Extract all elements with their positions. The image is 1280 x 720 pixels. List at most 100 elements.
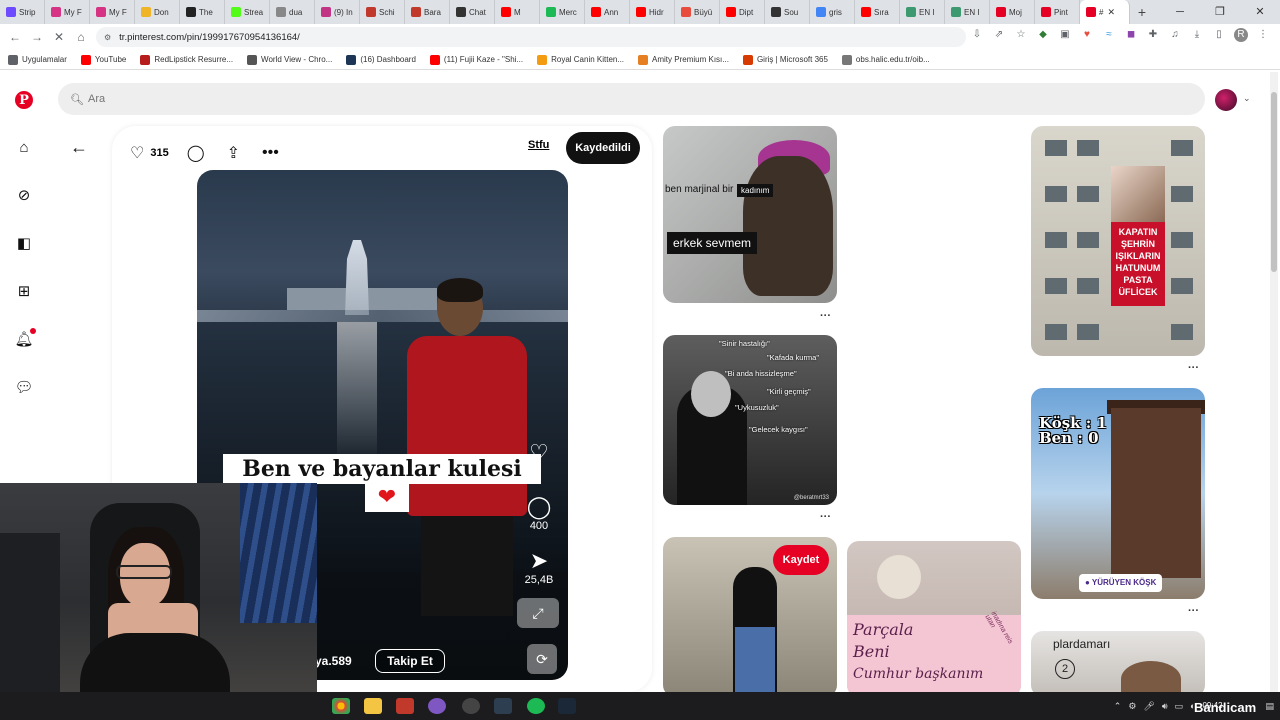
obs-taskbar-icon[interactable] [462,698,480,714]
heart-icon[interactable]: ♡ [130,143,144,163]
spotify-taskbar-icon[interactable] [527,698,545,714]
home-browser-icon[interactable]: ⌂ [70,30,92,44]
chevron-down-icon[interactable]: ⌄ [1243,93,1251,104]
browser-tab[interactable]: Strea [225,0,270,24]
pinterest-logo[interactable]: P [14,90,34,110]
bookmark-item[interactable]: Uygulamalar [8,54,67,65]
browser-tab[interactable]: Sıra [855,0,900,24]
minimize-icon[interactable]: ─ [1160,0,1200,24]
browser-tab[interactable]: # ✕ [1080,0,1130,24]
video-like-icon[interactable]: ♡ [529,440,549,466]
more-options-icon[interactable]: ••• [262,144,279,162]
browser-tab[interactable]: Hidr [630,0,675,24]
side-panel-icon[interactable]: ▯ [1212,28,1226,42]
video-send-icon[interactable]: ➤ [530,548,548,574]
feed-pin-monkey-meme[interactable]: ben marjinal bir kadınım erkek sevmem [663,126,837,303]
follow-button[interactable]: Takip Et [375,649,445,673]
new-tab-button[interactable]: + [1130,4,1154,20]
browser-tab[interactable]: Merc [540,0,585,24]
bookmark-item[interactable]: Amity Premium Kısı... [638,54,729,65]
close-tab-icon[interactable]: ✕ [1107,7,1115,18]
browser-tab[interactable]: (9) In [315,0,360,24]
bookmark-item[interactable]: RedLipstick Resurre... [140,54,233,65]
chrome-taskbar-icon[interactable] [332,698,350,714]
reload-icon[interactable]: ✕ [48,30,70,44]
bookmark-item[interactable]: Royal Canin Kitten... [537,54,624,65]
puzzle-icon[interactable]: ✚ [1146,28,1160,42]
rotate-icon[interactable]: ⟳ [527,644,557,674]
pin-more-icon[interactable]: ··· [1188,605,1199,617]
menu-icon[interactable]: ⋮ [1256,28,1270,42]
boards-icon[interactable]: ◧ [14,233,34,253]
extension-icon[interactable]: ≈ [1102,28,1116,42]
browser-tab[interactable]: Strip [0,0,45,24]
install-icon[interactable]: ⇩ [970,28,984,42]
browser-tab[interactable]: My F [45,0,90,24]
browser-tab[interactable]: Dipt [720,0,765,24]
page-scrollbar[interactable] [1270,72,1278,692]
site-info-icon[interactable]: ⚙ [104,33,111,42]
app-taskbar-icon[interactable] [428,698,446,714]
microphone-icon[interactable]: 🎤︎ [1143,701,1154,712]
bookmark-item[interactable]: YouTube [80,54,126,65]
pin-more-icon[interactable]: ··· [820,511,831,523]
feed-pin-young-man[interactable]: Kaydet [663,537,837,697]
saved-button[interactable]: Kaydedildi [566,132,640,164]
browser-tab[interactable]: Chat [450,0,495,24]
share-icon[interactable]: ⇗ [992,28,1006,42]
notification-center-icon[interactable]: ▤ [1265,701,1274,712]
browser-tab[interactable]: dua [270,0,315,24]
close-window-icon[interactable]: ✕ [1240,0,1280,24]
network-icon[interactable]: ▭ [1175,701,1184,712]
app-taskbar-icon[interactable] [396,698,414,714]
bookmark-item[interactable]: Giriş | Microsoft 365 [742,54,828,65]
browser-tab[interactable]: Pint [1035,0,1080,24]
messages-icon[interactable]: 💬︎ [14,377,34,397]
download-icon[interactable]: ⤓ [1190,28,1204,42]
media-icon[interactable]: ♫ [1168,28,1182,42]
save-button[interactable]: Kaydet [773,545,829,575]
browser-tab[interactable]: gris [810,0,855,24]
explore-icon[interactable]: ⊘ [14,185,34,205]
restore-icon[interactable]: ❐ [1200,0,1240,24]
back-icon[interactable]: ← [4,30,26,44]
url-field[interactable]: ⚙ tr.pinterest.com/pin/19991767095413616… [96,27,966,47]
pin-more-icon[interactable]: ··· [820,310,831,322]
steam-taskbar-icon[interactable] [558,698,576,714]
tray-app-icon[interactable]: ⚙ [1128,701,1136,712]
bookmark-star-icon[interactable]: ☆ [1014,28,1028,42]
video-comment-icon[interactable]: ◯ [527,494,552,520]
app-taskbar-icon[interactable] [494,698,512,714]
extension-icon[interactable]: ♥ [1080,28,1094,42]
browser-tab[interactable]: Schi [360,0,405,24]
home-icon[interactable]: ⌂ [14,137,34,157]
volume-icon[interactable]: 🔊︎ [1162,701,1168,712]
browser-tab[interactable]: Büyü [675,0,720,24]
feed-pin-kosk[interactable]: Köşk : 1 Ben : 0 ● YÜRÜYEN KÖŞK [1031,388,1205,599]
browser-tab[interactable]: Ann [585,0,630,24]
browser-tab[interactable]: Moj [990,0,1035,24]
browser-tab[interactable]: The [180,0,225,24]
forward-icon[interactable]: → [26,30,48,44]
extension-icon[interactable]: ▣ [1058,28,1072,42]
extension-shield-icon[interactable]: ◆ [1036,28,1050,42]
browser-tab[interactable]: M [495,0,540,24]
browser-tab[interactable]: Sou [765,0,810,24]
bookmark-item[interactable]: World View - Chro... [247,54,332,65]
avatar[interactable] [1215,89,1237,111]
feed-pin-text-meme[interactable]: "Sinir hastalığı" "Kafada kurma" "Bi and… [663,335,837,505]
board-selector[interactable]: Stfu [528,139,549,151]
create-icon[interactable]: ⊞ [14,281,34,301]
browser-tab[interactable]: Bara [405,0,450,24]
back-arrow-icon[interactable]: ← [70,137,88,158]
bookmark-item[interactable]: (16) Dashboard [346,54,416,65]
feed-pin-building-banner[interactable]: KAPATIN ŞEHRİN IŞIKLARIN HATUNUM PASTA Ü… [1031,126,1205,356]
expand-icon[interactable]: ⤢ [517,598,559,628]
pin-more-icon[interactable]: ··· [1188,362,1199,374]
tray-chevron-icon[interactable]: ⌃ [1114,701,1122,712]
bookmark-item[interactable]: (11) Fujii Kaze - "Shi... [429,54,523,65]
feed-pin-partial[interactable]: plardamarı 2 [1031,631,1205,697]
search-input[interactable] [88,93,988,105]
bookmark-item[interactable]: obs.halic.edu.tr/oib... [841,54,930,65]
feed-pin-sign[interactable]: Parçala Beni Cumhur başkanım inadına rei… [847,541,1021,697]
